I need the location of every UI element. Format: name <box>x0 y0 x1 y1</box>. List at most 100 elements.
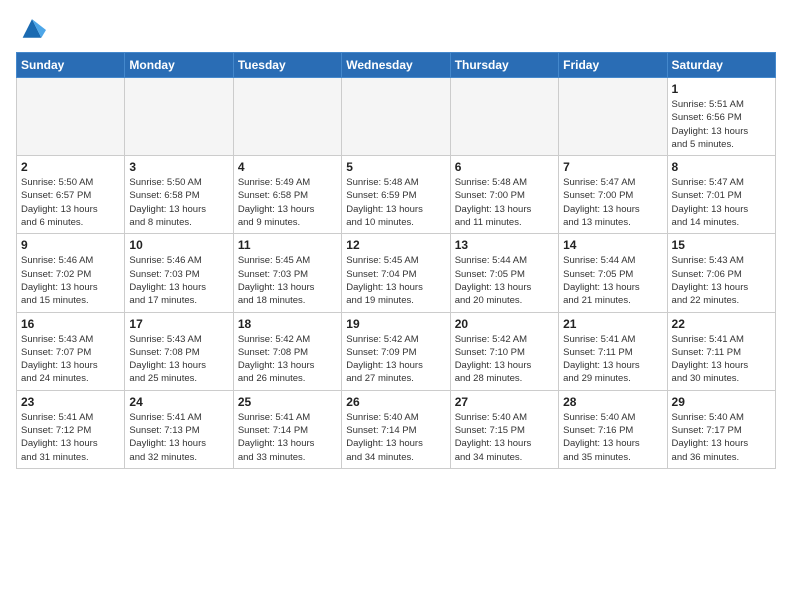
day-cell: 26Sunrise: 5:40 AM Sunset: 7:14 PM Dayli… <box>342 390 450 468</box>
week-row-3: 9 Sunrise: 5:46 AM Sunset: 7:02 PM Daylig… <box>17 234 776 312</box>
day-number: 20 <box>455 317 554 331</box>
day-cell: 3 Sunrise: 5:50 AM Sunset: 6:58 PM Daylig… <box>125 156 233 234</box>
day-info: Sunrise: 5:46 AM Sunset: 7:02 PM Dayligh… <box>21 254 120 307</box>
day-cell <box>342 78 450 156</box>
day-number: 2 <box>21 160 120 174</box>
day-number: 18 <box>238 317 337 331</box>
logo <box>16 16 52 44</box>
day-cell <box>450 78 558 156</box>
day-info: Sunrise: 5:43 AM Sunset: 7:08 PM Dayligh… <box>129 333 228 386</box>
day-number: 25 <box>238 395 337 409</box>
day-number: 23 <box>21 395 120 409</box>
day-number: 11 <box>238 238 337 252</box>
day-number: 17 <box>129 317 228 331</box>
week-row-4: 16 Sunrise: 5:43 AM Sunset: 7:07 PM Dayli… <box>17 312 776 390</box>
day-cell: 24 Sunrise: 5:41 AM Sunset: 7:13 PM Dayli… <box>125 390 233 468</box>
day-info: Sunrise: 5:42 AM Sunset: 7:10 PM Dayligh… <box>455 333 554 386</box>
day-cell <box>233 78 341 156</box>
week-row-2: 2 Sunrise: 5:50 AM Sunset: 6:57 PM Daylig… <box>17 156 776 234</box>
calendar-table: SundayMondayTuesdayWednesdayThursdayFrid… <box>16 52 776 469</box>
weekday-header-saturday: Saturday <box>667 53 775 78</box>
day-cell: 11 Sunrise: 5:45 AM Sunset: 7:03 PM Dayli… <box>233 234 341 312</box>
weekday-header-monday: Monday <box>125 53 233 78</box>
day-info: Sunrise: 5:40 AM Sunset: 7:17 PM Dayligh… <box>672 411 771 464</box>
day-number: 15 <box>672 238 771 252</box>
day-cell: 29 Sunrise: 5:40 AM Sunset: 7:17 PM Dayli… <box>667 390 775 468</box>
day-number: 14 <box>563 238 662 252</box>
day-cell <box>17 78 125 156</box>
day-info: Sunrise: 5:51 AM Sunset: 6:56 PM Dayligh… <box>672 98 771 151</box>
day-number: 7 <box>563 160 662 174</box>
day-cell: 8Sunrise: 5:47 AM Sunset: 7:01 PM Daylig… <box>667 156 775 234</box>
day-cell: 21 Sunrise: 5:41 AM Sunset: 7:11 PM Dayli… <box>559 312 667 390</box>
day-info: Sunrise: 5:41 AM Sunset: 7:14 PM Dayligh… <box>238 411 337 464</box>
day-info: Sunrise: 5:48 AM Sunset: 7:00 PM Dayligh… <box>455 176 554 229</box>
day-number: 22 <box>672 317 771 331</box>
day-info: Sunrise: 5:41 AM Sunset: 7:11 PM Dayligh… <box>672 333 771 386</box>
day-info: Sunrise: 5:47 AM Sunset: 7:01 PM Dayligh… <box>672 176 771 229</box>
day-cell: 18 Sunrise: 5:42 AM Sunset: 7:08 PM Dayli… <box>233 312 341 390</box>
day-number: 13 <box>455 238 554 252</box>
page-header <box>16 16 776 44</box>
day-info: Sunrise: 5:40 AM Sunset: 7:16 PM Dayligh… <box>563 411 662 464</box>
day-info: Sunrise: 5:41 AM Sunset: 7:13 PM Dayligh… <box>129 411 228 464</box>
day-cell: 19Sunrise: 5:42 AM Sunset: 7:09 PM Dayli… <box>342 312 450 390</box>
day-cell: 12 Sunrise: 5:45 AM Sunset: 7:04 PM Dayli… <box>342 234 450 312</box>
day-number: 6 <box>455 160 554 174</box>
day-info: Sunrise: 5:46 AM Sunset: 7:03 PM Dayligh… <box>129 254 228 307</box>
day-info: Sunrise: 5:50 AM Sunset: 6:57 PM Dayligh… <box>21 176 120 229</box>
day-info: Sunrise: 5:42 AM Sunset: 7:08 PM Dayligh… <box>238 333 337 386</box>
day-info: Sunrise: 5:40 AM Sunset: 7:14 PM Dayligh… <box>346 411 445 464</box>
day-cell: 9 Sunrise: 5:46 AM Sunset: 7:02 PM Daylig… <box>17 234 125 312</box>
day-number: 24 <box>129 395 228 409</box>
day-cell: 5 Sunrise: 5:48 AM Sunset: 6:59 PM Daylig… <box>342 156 450 234</box>
day-number: 21 <box>563 317 662 331</box>
weekday-header-tuesday: Tuesday <box>233 53 341 78</box>
weekday-header-sunday: Sunday <box>17 53 125 78</box>
week-row-5: 23 Sunrise: 5:41 AM Sunset: 7:12 PM Dayli… <box>17 390 776 468</box>
weekday-header-friday: Friday <box>559 53 667 78</box>
day-info: Sunrise: 5:49 AM Sunset: 6:58 PM Dayligh… <box>238 176 337 229</box>
day-cell <box>125 78 233 156</box>
day-info: Sunrise: 5:43 AM Sunset: 7:07 PM Dayligh… <box>21 333 120 386</box>
day-number: 5 <box>346 160 445 174</box>
day-number: 27 <box>455 395 554 409</box>
day-cell: 20 Sunrise: 5:42 AM Sunset: 7:10 PM Dayli… <box>450 312 558 390</box>
day-info: Sunrise: 5:44 AM Sunset: 7:05 PM Dayligh… <box>563 254 662 307</box>
day-cell: 2 Sunrise: 5:50 AM Sunset: 6:57 PM Daylig… <box>17 156 125 234</box>
day-number: 10 <box>129 238 228 252</box>
day-number: 12 <box>346 238 445 252</box>
day-info: Sunrise: 5:45 AM Sunset: 7:04 PM Dayligh… <box>346 254 445 307</box>
day-cell <box>559 78 667 156</box>
day-cell: 23 Sunrise: 5:41 AM Sunset: 7:12 PM Dayli… <box>17 390 125 468</box>
day-cell: 14 Sunrise: 5:44 AM Sunset: 7:05 PM Dayli… <box>559 234 667 312</box>
day-cell: 25 Sunrise: 5:41 AM Sunset: 7:14 PM Dayli… <box>233 390 341 468</box>
week-row-1: 1 Sunrise: 5:51 AM Sunset: 6:56 PM Daylig… <box>17 78 776 156</box>
day-cell: 1 Sunrise: 5:51 AM Sunset: 6:56 PM Daylig… <box>667 78 775 156</box>
day-cell: 16 Sunrise: 5:43 AM Sunset: 7:07 PM Dayli… <box>17 312 125 390</box>
day-info: Sunrise: 5:47 AM Sunset: 7:00 PM Dayligh… <box>563 176 662 229</box>
day-info: Sunrise: 5:43 AM Sunset: 7:06 PM Dayligh… <box>672 254 771 307</box>
day-number: 29 <box>672 395 771 409</box>
day-info: Sunrise: 5:44 AM Sunset: 7:05 PM Dayligh… <box>455 254 554 307</box>
day-info: Sunrise: 5:48 AM Sunset: 6:59 PM Dayligh… <box>346 176 445 229</box>
day-cell: 22 Sunrise: 5:41 AM Sunset: 7:11 PM Dayli… <box>667 312 775 390</box>
day-number: 3 <box>129 160 228 174</box>
day-number: 1 <box>672 82 771 96</box>
day-number: 4 <box>238 160 337 174</box>
weekday-header-row: SundayMondayTuesdayWednesdayThursdayFrid… <box>17 53 776 78</box>
day-info: Sunrise: 5:45 AM Sunset: 7:03 PM Dayligh… <box>238 254 337 307</box>
day-info: Sunrise: 5:50 AM Sunset: 6:58 PM Dayligh… <box>129 176 228 229</box>
day-info: Sunrise: 5:41 AM Sunset: 7:12 PM Dayligh… <box>21 411 120 464</box>
day-number: 9 <box>21 238 120 252</box>
day-cell: 17 Sunrise: 5:43 AM Sunset: 7:08 PM Dayli… <box>125 312 233 390</box>
weekday-header-thursday: Thursday <box>450 53 558 78</box>
day-number: 19 <box>346 317 445 331</box>
day-number: 28 <box>563 395 662 409</box>
day-number: 16 <box>21 317 120 331</box>
day-cell: 6 Sunrise: 5:48 AM Sunset: 7:00 PM Daylig… <box>450 156 558 234</box>
day-cell: 4 Sunrise: 5:49 AM Sunset: 6:58 PM Daylig… <box>233 156 341 234</box>
day-info: Sunrise: 5:40 AM Sunset: 7:15 PM Dayligh… <box>455 411 554 464</box>
logo-icon <box>16 16 48 44</box>
day-info: Sunrise: 5:41 AM Sunset: 7:11 PM Dayligh… <box>563 333 662 386</box>
